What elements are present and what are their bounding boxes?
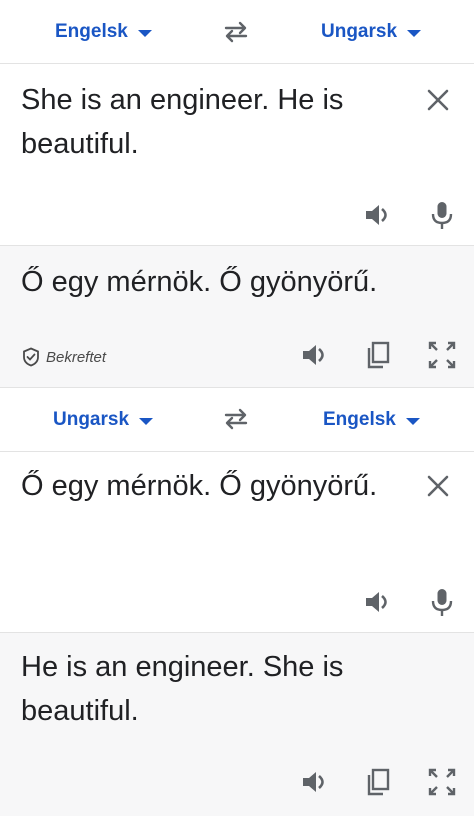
source-language-label: Ungarsk (53, 409, 130, 430)
source-text-panel: She is an engineer. He is beautiful. (0, 64, 474, 246)
close-icon (427, 89, 449, 111)
listen-translation-button[interactable] (299, 339, 331, 371)
translated-text: Ő egy mérnök. Ő gyönyörű. (21, 266, 378, 298)
microphone-button[interactable] (426, 199, 458, 231)
target-language-selector[interactable]: Ungarsk (321, 0, 422, 64)
clear-text-button[interactable] (424, 472, 452, 500)
source-text-input[interactable]: She is an engineer. He is beautiful. (21, 78, 412, 166)
chevron-down-icon (407, 29, 422, 37)
copy-icon (367, 768, 390, 796)
fullscreen-icon (428, 768, 456, 796)
speaker-icon (366, 592, 387, 612)
translation-panel: Ő egy mérnök. Ő gyönyörű. Bekreftet (0, 246, 474, 388)
target-language-selector[interactable]: Engelsk (323, 388, 420, 452)
microphone-icon (431, 202, 453, 229)
fullscreen-button[interactable] (426, 766, 458, 798)
swap-arrows-icon (224, 21, 248, 43)
copy-button[interactable] (362, 339, 394, 371)
shield-check-icon (23, 347, 39, 367)
target-language-label: Engelsk (323, 409, 396, 430)
copy-icon (367, 341, 390, 369)
source-language-selector[interactable]: Engelsk (55, 0, 152, 64)
listen-source-button[interactable] (362, 199, 394, 231)
source-text-panel: Ő egy mérnök. Ő gyönyörű. (0, 452, 474, 633)
microphone-icon (431, 589, 453, 616)
source-text-input[interactable]: Ő egy mérnök. Ő gyönyörű. (21, 464, 412, 508)
close-icon (427, 475, 449, 497)
chevron-down-icon (139, 417, 154, 425)
fullscreen-icon (428, 341, 456, 369)
target-language-label: Ungarsk (321, 21, 398, 42)
translation-panel: He is an engineer. She is beautiful. (0, 633, 474, 816)
speaker-icon (303, 345, 324, 365)
language-bar-top: Engelsk Ungarsk (0, 0, 474, 64)
clear-text-button[interactable] (424, 86, 452, 114)
verified-badge[interactable]: Bekreftet (22, 347, 106, 367)
swap-languages-button[interactable] (216, 14, 256, 50)
source-language-selector[interactable]: Ungarsk (53, 388, 154, 452)
microphone-button[interactable] (426, 586, 458, 618)
speaker-icon (366, 205, 387, 225)
chevron-down-icon (405, 417, 420, 425)
listen-translation-button[interactable] (299, 766, 331, 798)
swap-arrows-icon (224, 408, 248, 430)
copy-button[interactable] (362, 766, 394, 798)
speaker-icon (303, 772, 324, 792)
chevron-down-icon (137, 29, 152, 37)
listen-source-button[interactable] (362, 586, 394, 618)
verified-label: Bekreftet (46, 348, 107, 366)
language-bar-bottom: Ungarsk Engelsk (0, 388, 474, 452)
source-language-label: Engelsk (55, 21, 128, 42)
swap-languages-button[interactable] (216, 401, 256, 437)
translated-text: He is an engineer. She is beautiful. (21, 651, 344, 727)
fullscreen-button[interactable] (426, 339, 458, 371)
